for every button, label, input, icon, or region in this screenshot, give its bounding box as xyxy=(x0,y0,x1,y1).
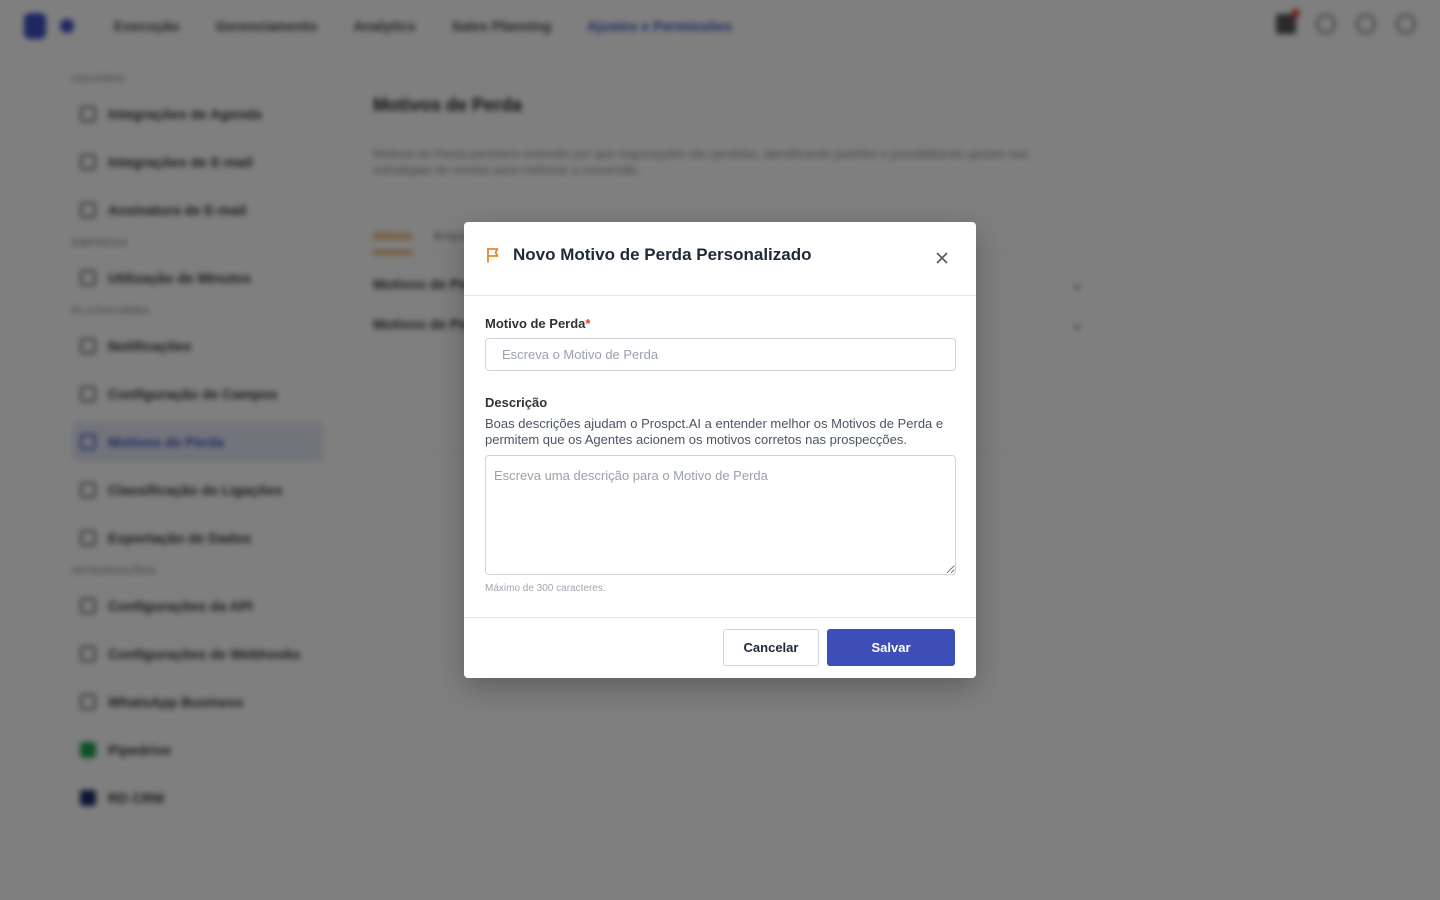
cancel-button[interactable]: Cancelar xyxy=(723,629,819,666)
new-loss-reason-modal: Novo Motivo de Perda Personalizado Motiv… xyxy=(464,222,976,678)
max-length-note: Máximo de 300 caracteres. xyxy=(485,583,606,594)
modal-footer: Cancelar Salvar xyxy=(464,617,976,678)
reason-label: Motivo de Perda* xyxy=(485,316,956,332)
modal-body: Motivo de Perda* Descrição Boas descriçõ… xyxy=(464,296,976,594)
modal-title: Novo Motivo de Perda Personalizado xyxy=(513,245,812,264)
reason-label-text: Motivo de Perda xyxy=(485,316,586,331)
description-label: Descrição xyxy=(485,395,548,410)
required-mark: * xyxy=(585,316,591,331)
close-icon xyxy=(936,252,948,264)
flag-icon xyxy=(487,247,499,263)
close-button[interactable] xyxy=(934,250,950,266)
save-button[interactable]: Salvar xyxy=(827,629,955,666)
description-help: Boas descrições ajudam o Prospct.AI a en… xyxy=(485,416,944,447)
reason-input[interactable] xyxy=(485,338,956,371)
modal-header: Novo Motivo de Perda Personalizado xyxy=(464,222,976,296)
description-textarea[interactable] xyxy=(485,455,956,575)
